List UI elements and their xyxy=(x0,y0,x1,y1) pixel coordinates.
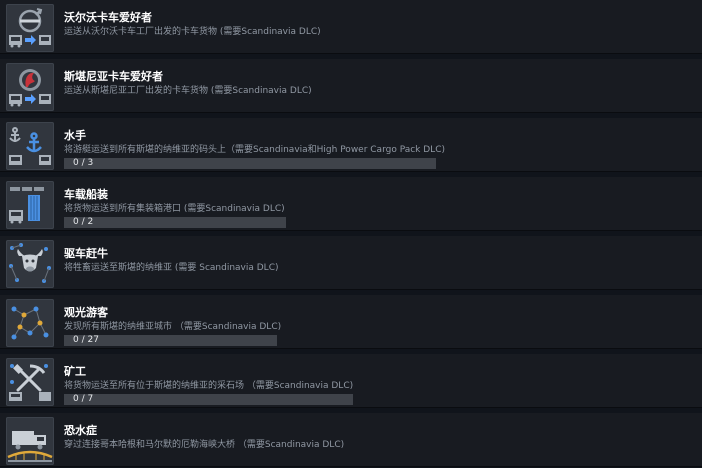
achievement-row[interactable]: 驱车赶牛 将牲畜运送至斯堪的纳维亚 (需要 Scandinavia DLC) xyxy=(0,236,702,290)
achievement-description: 运送从沃尔沃卡车工厂出发的卡车货物 (需要Scandinavia DLC) xyxy=(64,27,321,37)
map-cities-icon xyxy=(6,299,54,347)
achievement-row[interactable]: 矿工 将货物运送至所有位于斯堪的纳维亚的采石场 （需要Scandinavia D… xyxy=(0,354,702,408)
cattle-icon xyxy=(6,240,54,288)
progress-text: 0 / 2 xyxy=(73,217,94,227)
achievement-description: 运送从斯堪尼亚工厂出发的卡车货物 (需要Scandinavia DLC) xyxy=(64,86,312,96)
achievement-list: 沃尔沃卡车爱好者 运送从沃尔沃卡车工厂出发的卡车货物 (需要Scandinavi… xyxy=(0,0,702,468)
progress-text: 0 / 7 xyxy=(73,394,94,404)
achievement-row[interactable]: 观光游客 发现所有斯堪的纳维亚城市 （需要Scandinavia DLC) 0 … xyxy=(0,295,702,349)
achievement-row[interactable]: 沃尔沃卡车爱好者 运送从沃尔沃卡车工厂出发的卡车货物 (需要Scandinavi… xyxy=(0,0,702,54)
achievement-row[interactable]: 水手 将游艇运送到所有斯堪的纳维亚的码头上（需要Scandinavia和High… xyxy=(0,118,702,172)
achievement-title: 驱车赶牛 xyxy=(64,247,108,260)
achievement-title: 斯堪尼亚卡车爱好者 xyxy=(64,70,163,83)
achievement-row[interactable]: 车载船装 将货物运送到所有集装箱港口 (需要Scandinavia DLC) 0… xyxy=(0,177,702,231)
achievement-progress-bar: 0 / 3 xyxy=(64,158,436,169)
volvo-logo-icon xyxy=(6,4,54,52)
achievement-title: 车载船装 xyxy=(64,188,108,201)
achievement-title: 沃尔沃卡车爱好者 xyxy=(64,11,152,24)
mining-pickaxe-icon xyxy=(6,358,54,406)
anchor-icon xyxy=(6,122,54,170)
achievement-description: 将货物运送至所有位于斯堪的纳维亚的采石场 （需要Scandinavia DLC) xyxy=(64,381,354,391)
progress-text: 0 / 3 xyxy=(73,158,94,168)
achievement-row[interactable]: 斯堪尼亚卡车爱好者 运送从斯堪尼亚工厂出发的卡车货物 (需要Scandinavi… xyxy=(0,59,702,113)
achievement-progress-bar: 0 / 2 xyxy=(64,217,286,228)
achievement-row[interactable]: 恐水症 穿过连接哥本哈根和马尔默的厄勒海峡大桥 （需要Scandinavia D… xyxy=(0,413,702,467)
achievement-description: 将货物运送到所有集装箱港口 (需要Scandinavia DLC) xyxy=(64,204,285,214)
container-ship-icon xyxy=(6,181,54,229)
achievement-title: 矿工 xyxy=(64,365,86,378)
progress-text: 0 / 27 xyxy=(73,335,99,345)
achievement-description: 发现所有斯堪的纳维亚城市 （需要Scandinavia DLC) xyxy=(64,322,282,332)
achievement-title: 水手 xyxy=(64,129,86,142)
scania-griffin-icon xyxy=(6,63,54,111)
bridge-truck-icon xyxy=(6,417,54,465)
achievement-title: 恐水症 xyxy=(64,424,97,437)
achievement-description: 穿过连接哥本哈根和马尔默的厄勒海峡大桥 （需要Scandinavia DLC) xyxy=(64,440,345,450)
achievement-progress-bar: 0 / 7 xyxy=(64,394,353,405)
achievement-title: 观光游客 xyxy=(64,306,108,319)
achievement-progress-bar: 0 / 27 xyxy=(64,335,277,346)
achievement-description: 将牲畜运送至斯堪的纳维亚 (需要 Scandinavia DLC) xyxy=(64,263,279,273)
achievement-description: 将游艇运送到所有斯堪的纳维亚的码头上（需要Scandinavia和High Po… xyxy=(64,145,445,155)
